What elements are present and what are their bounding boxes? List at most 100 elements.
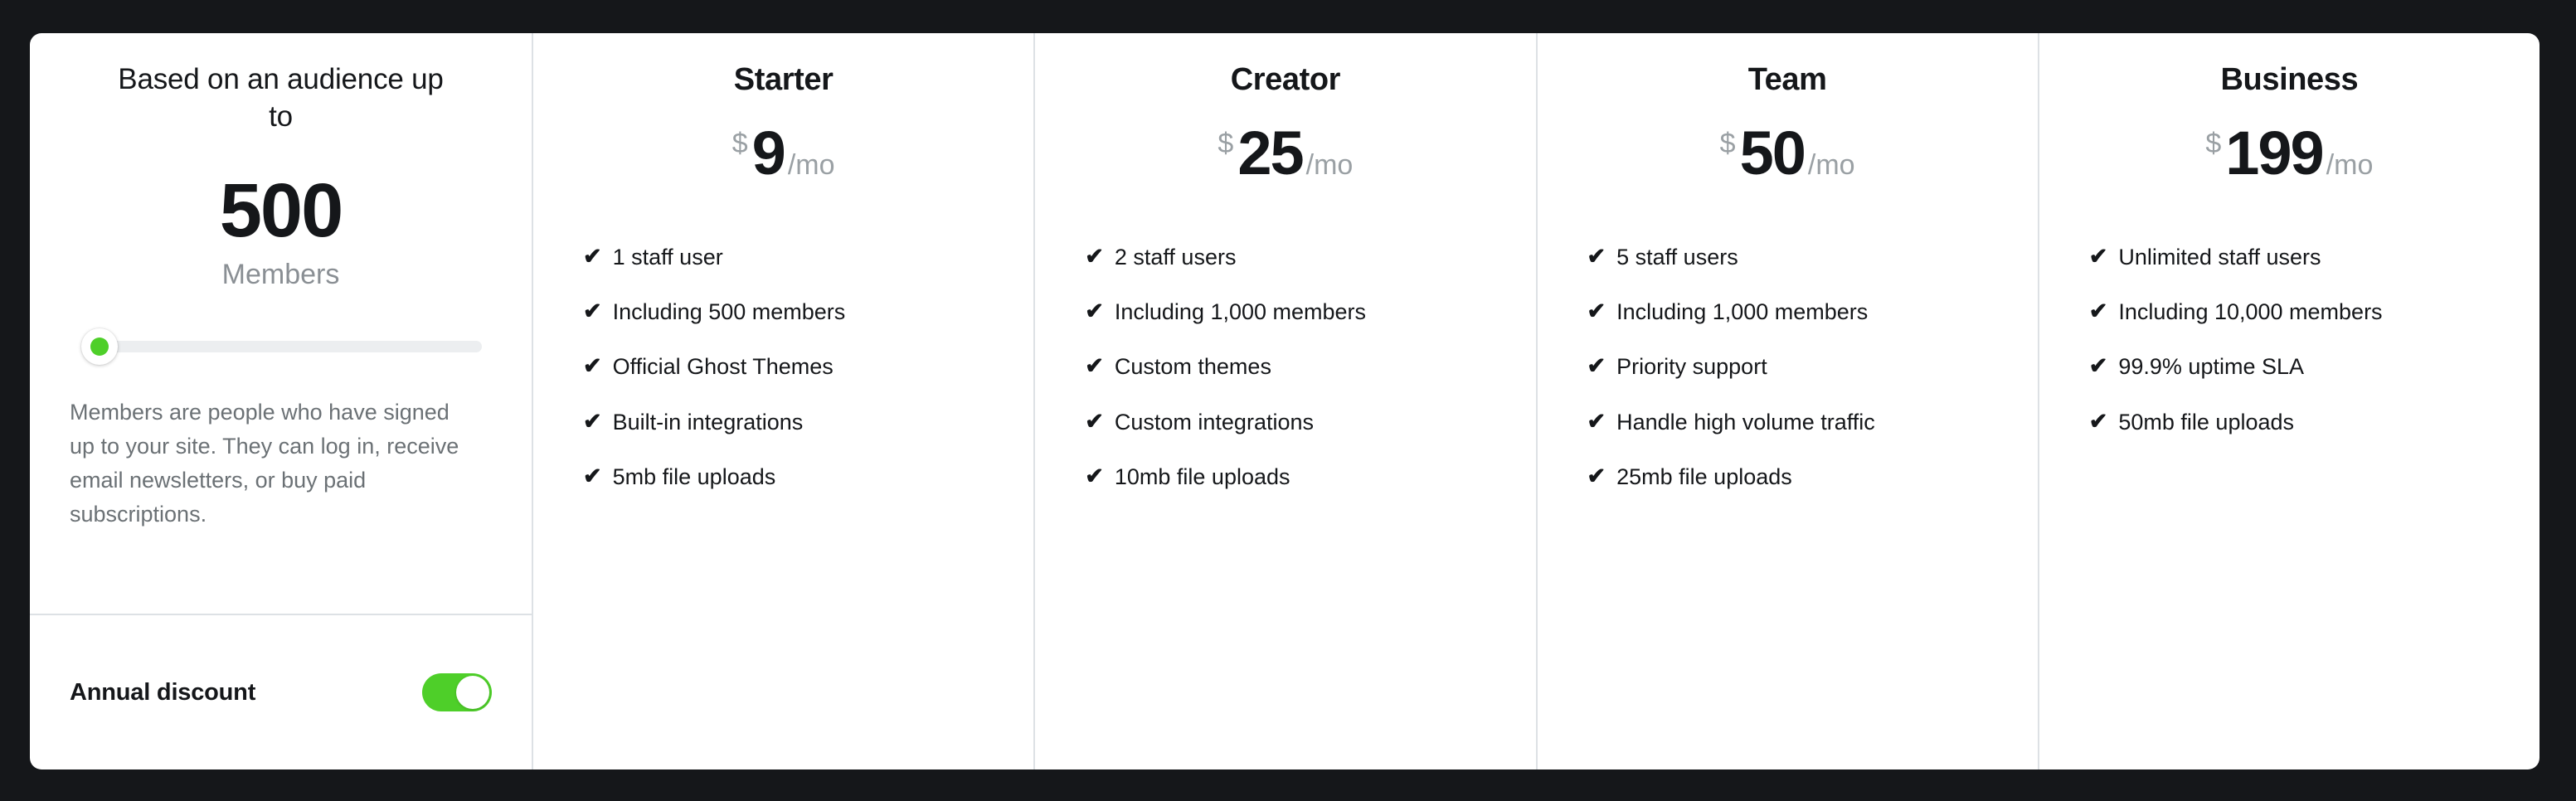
- plan-feature-list: ✔ 5 staff users ✔ Including 1,000 member…: [1538, 184, 2038, 521]
- list-item: ✔ 2 staff users: [1085, 245, 1535, 269]
- feature-label: Custom integrations: [1114, 409, 1314, 434]
- plan-feature-list: ✔ 2 staff users ✔ Including 1,000 member…: [1035, 184, 1535, 521]
- audience-heading: Based on an audience up to: [118, 63, 444, 133]
- price-amount: 50: [1739, 118, 1806, 187]
- price-amount: 25: [1237, 118, 1304, 187]
- feature-label: Including 1,000 members: [1114, 299, 1367, 325]
- audience-panel: Based on an audience up to 500 Members M…: [30, 33, 533, 769]
- slider-track[interactable]: [88, 340, 482, 352]
- list-item: ✔ 5mb file uploads: [583, 464, 1033, 490]
- check-icon: ✔: [1587, 353, 1606, 379]
- check-icon: ✔: [1587, 299, 1606, 324]
- audience-member-count-label: Members: [221, 258, 340, 290]
- plan-price: $ 199 /mo: [2039, 118, 2540, 187]
- price-period: /mo: [1807, 148, 1855, 181]
- check-icon: ✔: [583, 353, 602, 379]
- feature-label: Unlimited staff users: [2118, 244, 2321, 269]
- plan-column-creator[interactable]: Creator $ 25 /mo ✔ 2 staff users ✔ Inclu…: [1035, 33, 1538, 769]
- list-item: ✔ Custom integrations: [1085, 410, 1535, 434]
- price-period: /mo: [1305, 148, 1354, 181]
- audience-description: Members are people who have signed up to…: [70, 399, 459, 527]
- feature-label: 5mb file uploads: [612, 464, 776, 490]
- pricing-card: Based on an audience up to 500 Members M…: [30, 33, 2540, 769]
- annual-discount-toggle[interactable]: [422, 673, 492, 711]
- list-item: ✔ Including 10,000 members: [2088, 299, 2540, 325]
- plan-column-business[interactable]: Business $ 199 /mo ✔ Unlimited staff use…: [2039, 33, 2540, 769]
- audience-slider[interactable]: [70, 328, 492, 366]
- list-item: ✔ 99.9% uptime SLA: [2088, 353, 2540, 380]
- list-item: ✔ Custom themes: [1085, 353, 1535, 380]
- list-item: ✔ 10mb file uploads: [1085, 464, 1535, 490]
- feature-label: 1 staff user: [612, 244, 723, 269]
- check-icon: ✔: [1085, 353, 1104, 379]
- audience-member-count: 500: [219, 167, 344, 253]
- check-icon: ✔: [2088, 408, 2108, 434]
- feature-label: 2 staff users: [1114, 244, 1237, 269]
- feature-label: Including 10,000 members: [2118, 299, 2383, 325]
- plan-feature-list: ✔ Unlimited staff users ✔ Including 10,0…: [2039, 184, 2540, 465]
- check-icon: ✔: [1085, 299, 1104, 324]
- price-amount: 9: [751, 118, 786, 187]
- plan-column-team[interactable]: Team $ 50 /mo ✔ 5 staff users ✔ Includin…: [1538, 33, 2039, 769]
- list-item: ✔ Priority support: [1587, 353, 2038, 380]
- pricing-page: Based on an audience up to 500 Members M…: [0, 0, 2576, 801]
- price-currency-symbol: $: [731, 127, 748, 159]
- list-item: ✔ 25mb file uploads: [1587, 464, 2038, 490]
- slider-thumb[interactable]: [81, 328, 118, 365]
- feature-label: 25mb file uploads: [1616, 464, 1792, 490]
- check-icon: ✔: [2088, 243, 2108, 269]
- check-icon: ✔: [583, 243, 602, 269]
- price-currency-symbol: $: [2205, 127, 2222, 159]
- plan-name: Creator: [1230, 62, 1341, 97]
- check-icon: ✔: [1085, 243, 1104, 269]
- list-item: ✔ 1 staff user: [583, 245, 1033, 269]
- check-icon: ✔: [1085, 408, 1104, 434]
- annual-discount-row: Annual discount: [30, 614, 532, 769]
- list-item: ✔ Official Ghost Themes: [583, 353, 1033, 380]
- check-icon: ✔: [1587, 408, 1606, 434]
- plan-price: $ 50 /mo: [1538, 118, 2038, 187]
- plan-column-starter[interactable]: Starter $ 9 /mo ✔ 1 staff user ✔ Includi…: [533, 33, 1036, 769]
- price-amount: 199: [2225, 118, 2324, 187]
- list-item: ✔ Unlimited staff users: [2089, 245, 2540, 269]
- check-icon: ✔: [1587, 243, 1606, 269]
- check-icon: ✔: [1085, 464, 1104, 489]
- check-icon: ✔: [583, 299, 602, 324]
- slider-thumb-dot-icon: [90, 337, 109, 356]
- feature-label: 99.9% uptime SLA: [2118, 354, 2305, 380]
- plan-columns: Starter $ 9 /mo ✔ 1 staff user ✔ Includi…: [533, 33, 2540, 769]
- check-icon: ✔: [2088, 299, 2108, 324]
- plan-price: $ 9 /mo: [533, 118, 1033, 187]
- feature-label: Priority support: [1616, 354, 1767, 380]
- feature-label: 5 staff users: [1616, 244, 1738, 269]
- audience-panel-body: Based on an audience up to 500 Members M…: [30, 33, 532, 614]
- plan-price: $ 25 /mo: [1035, 118, 1535, 187]
- check-icon: ✔: [2088, 353, 2108, 379]
- feature-label: Handle high volume traffic: [1616, 409, 1875, 434]
- check-icon: ✔: [1587, 464, 1606, 489]
- list-item: ✔ Handle high volume traffic: [1587, 410, 2038, 434]
- toggle-knob: [456, 676, 489, 709]
- price-currency-symbol: $: [1719, 127, 1736, 159]
- list-item: ✔ Including 1,000 members: [1085, 299, 1535, 325]
- plan-name: Starter: [733, 62, 834, 97]
- list-item: ✔ 50mb file uploads: [2089, 410, 2540, 434]
- plan-name: Team: [1747, 62, 1827, 97]
- feature-label: Official Ghost Themes: [612, 354, 834, 380]
- feature-label: Including 1,000 members: [1616, 299, 1869, 325]
- check-icon: ✔: [583, 408, 602, 434]
- feature-label: Custom themes: [1114, 354, 1271, 380]
- feature-label: 50mb file uploads: [2118, 409, 2295, 434]
- annual-discount-label: Annual discount: [70, 678, 256, 706]
- price-period: /mo: [787, 148, 835, 181]
- list-item: ✔ Built-in integrations: [583, 410, 1033, 434]
- check-icon: ✔: [583, 464, 602, 489]
- list-item: ✔ 5 staff users: [1587, 245, 2038, 269]
- price-period: /mo: [2326, 148, 2374, 181]
- feature-label: Built-in integrations: [612, 409, 804, 434]
- feature-label: Including 500 members: [612, 299, 846, 325]
- plan-name: Business: [2220, 62, 2359, 97]
- list-item: ✔ Including 1,000 members: [1587, 299, 2038, 325]
- plan-feature-list: ✔ 1 staff user ✔ Including 500 members ✔…: [533, 184, 1033, 521]
- feature-label: 10mb file uploads: [1114, 464, 1290, 490]
